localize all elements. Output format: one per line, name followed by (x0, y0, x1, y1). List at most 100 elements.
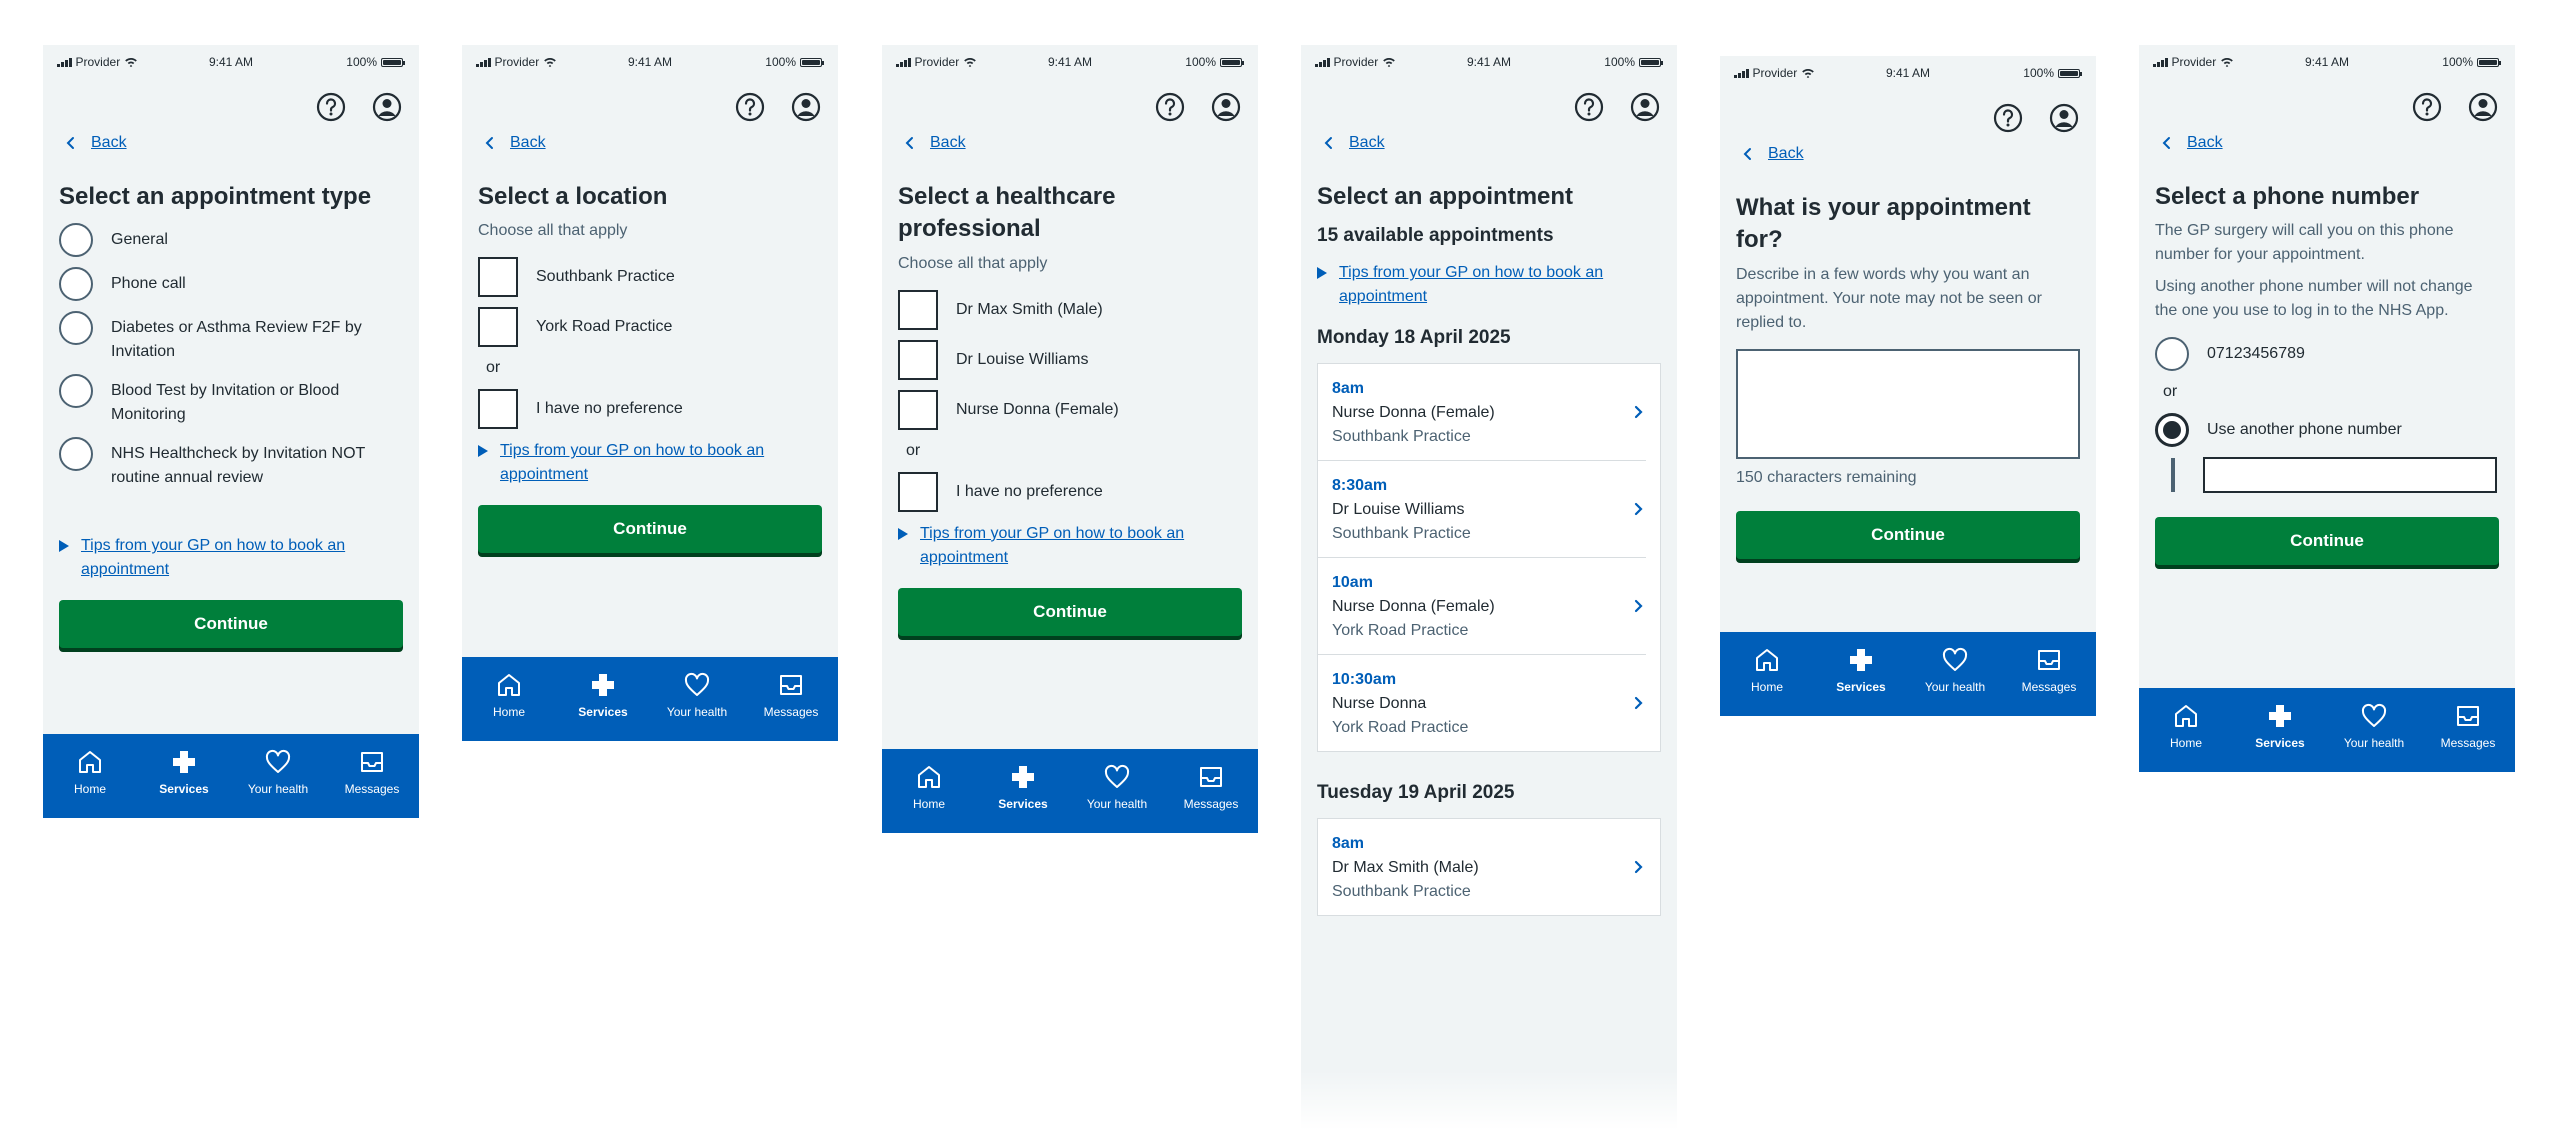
account-icon[interactable] (1210, 91, 1242, 123)
help-icon[interactable] (1154, 91, 1186, 123)
chevron-left-icon (1740, 146, 1756, 162)
back-link[interactable]: Back (882, 123, 1258, 163)
checkbox-dr-max-smith[interactable]: Dr Max Smith (Male) (898, 289, 1242, 330)
radio-option-saved-number[interactable]: 07123456789 (2155, 337, 2499, 372)
appointment-reason-textarea[interactable] (1736, 348, 2080, 459)
nav-messages[interactable]: Messages (2002, 632, 2096, 716)
nav-services[interactable]: Services (2233, 688, 2327, 772)
appointment-slot[interactable]: 8:30am Dr Louise Williams Southbank Practi… (1318, 461, 1646, 559)
help-icon[interactable] (315, 91, 347, 123)
account-icon[interactable] (2048, 102, 2080, 134)
header-icons (1720, 90, 2096, 134)
checkbox[interactable] (478, 389, 518, 430)
checkbox-southbank[interactable]: Southbank Practice (478, 257, 822, 298)
account-icon[interactable] (1629, 91, 1661, 123)
radio-button[interactable] (2155, 337, 2189, 372)
chevron-right-icon (1630, 695, 1646, 711)
nav-services[interactable]: Services (556, 657, 650, 741)
help-icon[interactable] (2411, 91, 2443, 123)
radio-button[interactable] (59, 223, 93, 258)
checkbox[interactable] (898, 339, 938, 380)
screen-healthcare-professional: Provider 9:41 AM 100% Back Select a heal… (882, 45, 1258, 833)
nav-your-health[interactable]: Your health (1908, 632, 2002, 716)
appointment-slot[interactable]: 10am Nurse Donna (Female) York Road Practi… (1318, 558, 1646, 656)
nav-home[interactable]: Home (2139, 688, 2233, 772)
page-title: Select an appointment type (59, 183, 372, 210)
page-title: Select a healthcare professional (898, 183, 1116, 243)
continue-button[interactable]: Continue (2155, 517, 2499, 566)
tips-details[interactable]: Tips from your GP on how to book an appo… (1317, 261, 1661, 309)
phone-number-input[interactable] (2203, 457, 2497, 494)
nav-your-health[interactable]: Your health (650, 657, 744, 741)
checkbox[interactable] (898, 289, 938, 330)
tips-details[interactable]: Tips from your GP on how to book an appo… (478, 439, 822, 487)
radio-button[interactable] (59, 437, 93, 472)
radio-button[interactable] (59, 374, 93, 409)
bottom-nav: Home Services Your health Messages (462, 657, 838, 741)
nav-messages[interactable]: Messages (325, 734, 419, 818)
home-icon (2172, 702, 2200, 730)
appointment-slot[interactable]: 10:30am Nurse Donna York Road Practice (1318, 655, 1646, 751)
chevron-right-icon (1630, 404, 1646, 420)
nav-messages[interactable]: Messages (744, 657, 838, 741)
tips-details[interactable]: Tips from your GP on how to book an appo… (898, 522, 1242, 570)
nav-services[interactable]: Services (1814, 632, 1908, 716)
tips-details[interactable]: Tips from your GP on how to book an appo… (59, 534, 403, 582)
radio-button[interactable] (59, 267, 93, 302)
nav-your-health[interactable]: Your health (231, 734, 325, 818)
checkbox[interactable] (898, 471, 938, 512)
nav-home[interactable]: Home (43, 734, 137, 818)
help-icon[interactable] (734, 91, 766, 123)
continue-button[interactable]: Continue (59, 600, 403, 649)
radio-option-phone-call[interactable]: Phone call (59, 267, 403, 302)
radio-button[interactable] (59, 311, 93, 346)
radio-button-selected[interactable] (2155, 413, 2189, 448)
nav-services[interactable]: Services (976, 749, 1070, 833)
battery-icon (1639, 57, 1663, 67)
radio-option-other-number[interactable]: Use another phone number (2155, 413, 2499, 448)
account-icon[interactable] (2467, 91, 2499, 123)
nav-your-health[interactable]: Your health (1070, 749, 1164, 833)
nav-home[interactable]: Home (1720, 632, 1814, 716)
day-heading: Monday 18 April 2025 (1317, 327, 1511, 349)
checkbox-york-road[interactable]: York Road Practice (478, 307, 822, 348)
back-link[interactable]: Back (43, 123, 419, 163)
help-icon[interactable] (1573, 91, 1605, 123)
continue-button[interactable]: Continue (898, 587, 1242, 636)
back-link[interactable]: Back (2139, 123, 2515, 163)
battery-icon (2058, 68, 2082, 78)
bottom-nav: Home Services Your health Messages (2139, 688, 2515, 772)
checkbox[interactable] (898, 389, 938, 430)
nav-messages[interactable]: Messages (2421, 688, 2515, 772)
radio-option-blood-test[interactable]: Blood Test by Invitation or Blood Monito… (59, 374, 403, 427)
header-icons (2139, 79, 2515, 123)
checkbox-nurse-donna[interactable]: Nurse Donna (Female) (898, 389, 1242, 430)
page-title: Select a phone number (2155, 183, 2420, 210)
nav-your-health[interactable]: Your health (2327, 688, 2421, 772)
checkbox-dr-louise-williams[interactable]: Dr Louise Williams (898, 339, 1242, 380)
radio-option-nhs-healthcheck[interactable]: NHS Healthcheck by Invitation NOT routin… (59, 437, 403, 490)
nav-services[interactable]: Services (137, 734, 231, 818)
appointment-slot[interactable]: 8am Dr Max Smith (Male) Southbank Practice (1318, 819, 1646, 915)
checkbox[interactable] (478, 307, 518, 348)
checkbox-no-preference[interactable]: I have no preference (478, 389, 822, 430)
radio-option-general[interactable]: General (59, 223, 403, 258)
battery-percent: 100% (1185, 55, 1216, 69)
account-icon[interactable] (371, 91, 403, 123)
help-icon[interactable] (1992, 102, 2024, 134)
chevron-right-icon (1630, 598, 1646, 614)
nav-messages[interactable]: Messages (1164, 749, 1258, 833)
nav-home[interactable]: Home (882, 749, 976, 833)
back-link[interactable]: Back (462, 123, 838, 163)
services-icon (2266, 702, 2294, 730)
nav-home[interactable]: Home (462, 657, 556, 741)
account-icon[interactable] (790, 91, 822, 123)
back-link[interactable]: Back (1720, 134, 2096, 174)
radio-option-diabetes-asthma[interactable]: Diabetes or Asthma Review F2F by Invitat… (59, 311, 403, 364)
back-link[interactable]: Back (1301, 123, 1677, 163)
checkbox[interactable] (478, 257, 518, 298)
checkbox-no-preference[interactable]: I have no preference (898, 471, 1242, 512)
continue-button[interactable]: Continue (1736, 510, 2080, 559)
appointment-slot[interactable]: 8am Nurse Donna (Female) Southbank Practic… (1318, 364, 1646, 462)
continue-button[interactable]: Continue (478, 505, 822, 554)
